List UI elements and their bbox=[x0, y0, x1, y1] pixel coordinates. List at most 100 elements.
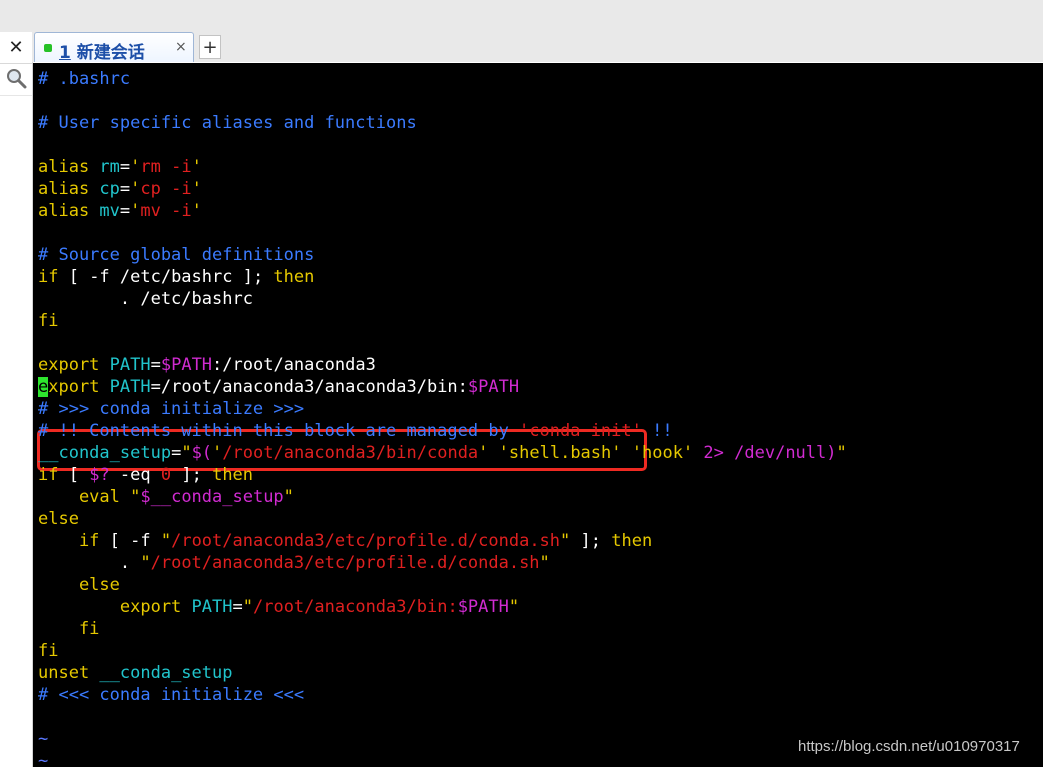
code-token: $PATH bbox=[457, 597, 509, 617]
code-token: then bbox=[212, 465, 254, 485]
code-token: PATH bbox=[109, 377, 151, 397]
tab-title: 新建会话 bbox=[76, 43, 145, 63]
code-token: then bbox=[273, 267, 315, 287]
terminal-line: __conda_setup="$('/root/anaconda3/bin/co… bbox=[38, 442, 847, 464]
terminal-line: ~ bbox=[38, 750, 48, 767]
code-token: 'conda init' bbox=[519, 421, 642, 441]
code-token: " bbox=[130, 487, 141, 507]
code-token: ]; bbox=[171, 465, 213, 485]
code-token: . bbox=[38, 553, 141, 573]
terminal-line: alias rm='rm -i' bbox=[38, 156, 202, 178]
code-token: PATH bbox=[109, 355, 151, 375]
code-token: else bbox=[38, 509, 79, 529]
terminal-line: . "/root/anaconda3/etc/profile.d/conda.s… bbox=[38, 552, 550, 574]
code-token: = bbox=[119, 157, 131, 177]
code-token: rm -i bbox=[140, 157, 192, 177]
code-token: then bbox=[611, 531, 653, 551]
code-token: mv bbox=[99, 201, 120, 221]
code-token: # <<< conda initialize <<< bbox=[38, 685, 305, 705]
code-token: $PATH bbox=[160, 355, 213, 375]
code-token: ' bbox=[130, 157, 141, 177]
terminal-line: # <<< conda initialize <<< bbox=[38, 684, 304, 706]
code-token: if bbox=[38, 465, 59, 485]
code-token: # .bashrc bbox=[38, 69, 131, 89]
code-token: eval bbox=[38, 487, 131, 507]
title-bar bbox=[0, 0, 1043, 33]
code-token: " bbox=[181, 443, 192, 463]
code-token: ' bbox=[130, 179, 141, 199]
code-token: ' bbox=[191, 157, 202, 177]
terminal-line: eval "$__conda_setup" bbox=[38, 486, 294, 508]
close-icon[interactable]: ✕ bbox=[0, 33, 32, 61]
code-token: ]; bbox=[570, 531, 612, 551]
code-token: ' bbox=[212, 443, 223, 463]
code-token: :/root/anaconda3 bbox=[212, 355, 376, 375]
code-token: $( bbox=[191, 443, 213, 463]
terminal-line: fi bbox=[38, 618, 99, 640]
code-token: # Source global definitions bbox=[38, 245, 315, 265]
rail-divider bbox=[0, 95, 32, 96]
terminal-line: . /etc/bashrc bbox=[38, 288, 253, 310]
code-token: ' bbox=[191, 179, 202, 199]
code-token: !! bbox=[641, 421, 673, 441]
code-token: xport bbox=[48, 377, 110, 397]
code-token: =/root/anaconda3/anaconda3/bin: bbox=[150, 377, 468, 397]
terminal-line: # Source global definitions bbox=[38, 244, 314, 266]
terminal-line: if [ -f /etc/bashrc ]; then bbox=[38, 266, 314, 288]
code-token: = bbox=[232, 597, 243, 617]
code-token: " bbox=[539, 553, 550, 573]
code-token: alias bbox=[38, 157, 100, 177]
code-token: alias bbox=[38, 201, 100, 221]
code-token: /dev/null bbox=[723, 443, 827, 463]
terminal-line: unset __conda_setup bbox=[38, 662, 232, 684]
code-token: = bbox=[119, 179, 131, 199]
code-token: cp -i bbox=[140, 179, 192, 199]
code-token: [ -f /etc/bashrc ]; bbox=[58, 267, 274, 287]
tab-strip: 1 新建会话 × + bbox=[32, 32, 1043, 63]
tab-close-icon[interactable]: × bbox=[175, 39, 187, 55]
code-token: ~ bbox=[38, 729, 49, 749]
code-token: /root/anaconda3/bin: bbox=[252, 597, 458, 617]
code-token: ' bbox=[191, 201, 202, 221]
code-token: " bbox=[140, 553, 151, 573]
terminal-line: # >>> conda initialize >>> bbox=[38, 398, 304, 420]
code-token: cp bbox=[99, 179, 120, 199]
terminal-line: fi bbox=[38, 310, 58, 332]
code-token: # !! Contents within this block are mana… bbox=[38, 421, 520, 441]
tab-label: 1 新建会话 bbox=[59, 38, 145, 63]
code-token: -eq bbox=[109, 465, 161, 485]
code-token: . /etc/bashrc bbox=[38, 289, 253, 309]
code-token: = bbox=[150, 355, 161, 375]
add-tab-button[interactable]: + bbox=[199, 35, 221, 59]
rail-divider bbox=[0, 63, 32, 64]
code-token: ) bbox=[826, 443, 837, 463]
terminal-line: export PATH="/root/anaconda3/bin:$PATH" bbox=[38, 596, 519, 618]
code-token: " bbox=[283, 487, 294, 507]
code-token: fi bbox=[38, 641, 59, 661]
code-token: fi bbox=[38, 619, 100, 639]
terminal-line: # !! Contents within this block are mana… bbox=[38, 420, 673, 442]
code-token: $PATH bbox=[467, 377, 520, 397]
terminal-line: else bbox=[38, 574, 120, 596]
code-token: __conda_setup bbox=[99, 663, 233, 683]
code-token: mv -i bbox=[140, 201, 192, 221]
terminal-line: fi bbox=[38, 640, 58, 662]
tab-session[interactable]: 1 新建会话 × bbox=[34, 32, 194, 63]
terminal-output[interactable]: # .bashrc # User specific aliases and fun… bbox=[33, 63, 1043, 767]
code-token: " bbox=[160, 531, 172, 551]
terminal-line: if [ $? -eq 0 ]; then bbox=[38, 464, 253, 486]
code-token: export bbox=[38, 355, 110, 375]
watermark: https://blog.csdn.net/u010970317 bbox=[798, 738, 1020, 755]
code-token: /root/anaconda3/etc/profile.d/conda.sh bbox=[150, 553, 540, 573]
code-token: /root/anaconda3/etc/profile.d/conda.sh bbox=[171, 531, 561, 551]
code-token: " bbox=[508, 597, 520, 617]
terminal-line: # .bashrc bbox=[38, 68, 130, 90]
code-token: $__conda_setup bbox=[140, 487, 284, 507]
code-token: $? bbox=[89, 465, 110, 485]
code-token: = bbox=[171, 443, 182, 463]
search-icon[interactable] bbox=[5, 66, 27, 90]
code-token: unset bbox=[38, 663, 100, 683]
code-token: [ -f bbox=[99, 531, 161, 551]
